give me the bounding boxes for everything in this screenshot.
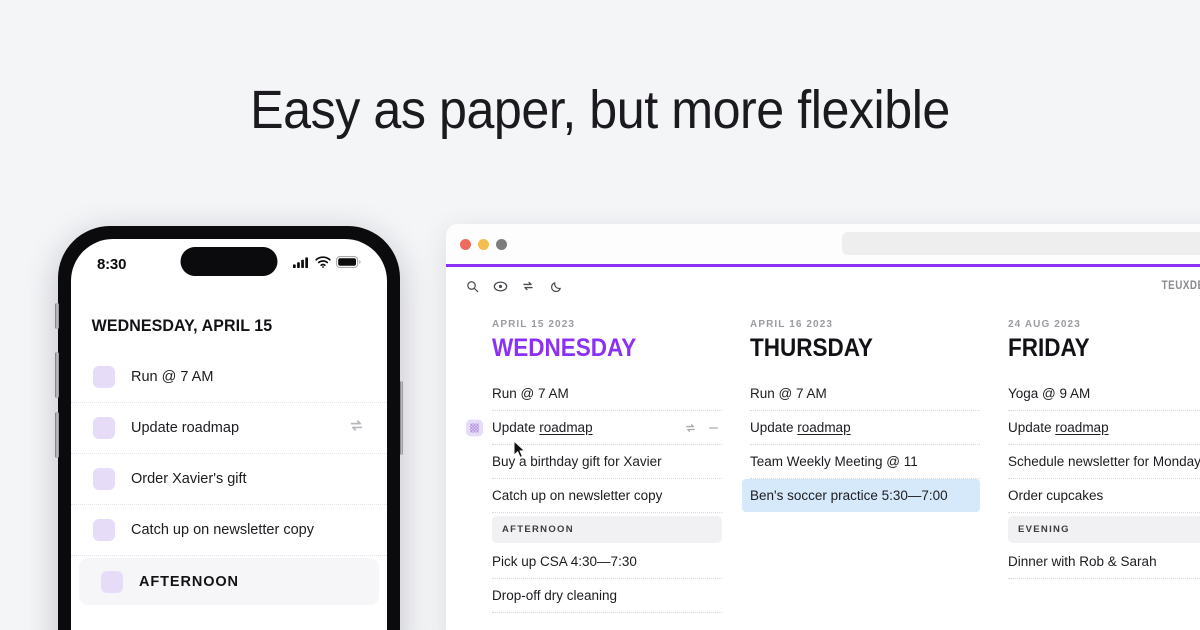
cellular-signal-icon — [293, 255, 310, 273]
section-header[interactable]: AFTERNOON — [492, 516, 722, 543]
phone-status-bar: 8:30 — [71, 239, 387, 289]
section-header[interactable]: EVENING — [1008, 516, 1200, 543]
page-headline: Easy as paper, but more flexible — [250, 80, 950, 140]
todo-label: Ben's soccer practice 5:30—7:00 — [750, 488, 948, 503]
todo-label: Run @ 7 AM — [750, 386, 827, 401]
todo-text: Update — [1008, 420, 1056, 435]
day-columns: APRIL 15 2023 WEDNESDAY Run @ 7 AM Update r… — [446, 305, 1200, 613]
todo-item[interactable]: Update roadmap — [750, 411, 980, 445]
todo-item[interactable]: Run @ 7 AM — [492, 377, 722, 411]
todo-item[interactable]: Schedule newsletter for Monday — [1008, 445, 1200, 479]
phone-day-title: WEDNESDAY, APRIL 15 — [91, 316, 273, 335]
phone-todo-list: Run @ 7 AM Update roadmap Order Xavier's g… — [71, 352, 387, 605]
moon-icon[interactable] — [542, 272, 570, 300]
todo-text: Update — [492, 420, 540, 435]
todo-label: Dinner with Rob & Sarah — [1008, 554, 1157, 569]
todo-label: Buy a birthday gift for Xavier — [492, 454, 662, 469]
checkbox-icon[interactable] — [93, 519, 115, 541]
browser-window: TEUXDEUX® APRIL 15 2023 WEDNESDAY Run @ 7 … — [446, 224, 1200, 630]
todo-item[interactable]: Pick up CSA 4:30—7:30 — [492, 545, 722, 579]
todo-item[interactable]: Ben's soccer practice 5:30—7:00 — [742, 479, 980, 512]
todo-label: Yoga @ 9 AM — [1008, 386, 1091, 401]
checkbox-icon[interactable] — [93, 366, 115, 388]
phone-todo-label: Run @ 7 AM — [131, 369, 214, 385]
todo-link[interactable]: roadmap — [539, 420, 592, 435]
phone-screen: 8:30 WEDNESDAY, APRIL 15 Run @ 7 AM Upda… — [71, 239, 387, 630]
teuxdeux-logo: TEUXDEUX® — [1162, 278, 1200, 292]
wifi-icon — [315, 255, 331, 273]
column-day-name: WEDNESDAY — [492, 334, 637, 362]
app-toolbar: TEUXDEUX® — [446, 267, 1200, 305]
status-clock: 8:30 — [97, 255, 127, 273]
phone-todo-item[interactable]: Update roadmap — [71, 403, 387, 454]
phone-power-button[interactable] — [399, 381, 403, 455]
browser-titlebar — [446, 224, 1200, 264]
column-date: APRIL 16 2023 — [750, 319, 834, 330]
todo-item[interactable]: Buy a birthday gift for Xavier — [492, 445, 722, 479]
checkbox-icon[interactable] — [93, 468, 115, 490]
phone-todo-item[interactable]: Order Xavier's gift — [71, 454, 387, 505]
todo-label: Update roadmap — [492, 419, 593, 436]
todo-item[interactable]: Dinner with Rob & Sarah — [1008, 545, 1200, 579]
dynamic-island — [180, 247, 278, 276]
todo-item[interactable]: Catch up on newsletter copy — [492, 479, 722, 513]
todo-label: Catch up on newsletter copy — [492, 488, 663, 503]
todo-link[interactable]: roadmap — [1055, 420, 1108, 435]
todo-link[interactable]: roadmap — [797, 420, 850, 435]
recurring-icon[interactable] — [514, 272, 542, 300]
phone-todo-label: Order Xavier's gift — [131, 471, 247, 487]
checkbox-icon[interactable] — [93, 417, 115, 439]
phone-todo-label: Catch up on newsletter copy — [131, 522, 314, 538]
column-date: 24 AUG 2023 — [1008, 319, 1081, 330]
drag-handle-icon[interactable] — [466, 419, 483, 436]
day-column-wednesday: APRIL 15 2023 WEDNESDAY Run @ 7 AM Update r… — [446, 319, 736, 613]
minus-icon[interactable] — [705, 419, 722, 436]
brand-name: TEUXDEUX — [1161, 278, 1200, 292]
todo-item[interactable]: Team Weekly Meeting @ 11 — [750, 445, 980, 479]
phone-volume-up-button[interactable] — [55, 352, 59, 398]
column-day-name: FRIDAY — [1008, 334, 1090, 362]
url-input[interactable] — [842, 232, 1200, 255]
phone-section-label: AFTERNOON — [139, 573, 239, 590]
phone-todo-item[interactable]: Run @ 7 AM — [71, 352, 387, 403]
day-column-thursday: APRIL 16 2023 THURSDAY Run @ 7 AM Update ro… — [736, 319, 994, 613]
column-date: APRIL 15 2023 — [492, 319, 576, 330]
todo-label: Team Weekly Meeting @ 11 — [750, 454, 918, 469]
todo-label: Drop-off dry cleaning — [492, 588, 618, 603]
phone-silence-switch[interactable] — [55, 303, 59, 329]
todo-item[interactable]: Order cupcakes — [1008, 479, 1200, 513]
minimize-window-button[interactable] — [478, 238, 489, 250]
todo-item[interactable]: Yoga @ 9 AM — [1008, 377, 1200, 411]
phone-mockup: 8:30 WEDNESDAY, APRIL 15 Run @ 7 AM Upda… — [55, 226, 403, 630]
todo-label: Update roadmap — [1008, 419, 1109, 436]
status-indicators — [293, 255, 361, 273]
recurring-icon[interactable] — [348, 417, 365, 439]
todo-item[interactable]: Update roadmap — [466, 411, 722, 445]
todo-text: Update — [750, 420, 798, 435]
day-column-friday: 24 AUG 2023 FRIDAY Yoga @ 9 AM Update roadm… — [994, 319, 1200, 613]
maximize-window-button[interactable] — [496, 238, 507, 250]
phone-section-header[interactable]: AFTERNOON — [79, 558, 379, 605]
recurring-icon[interactable] — [682, 419, 699, 436]
phone-volume-down-button[interactable] — [55, 412, 59, 458]
todo-label: Order cupcakes — [1008, 488, 1104, 503]
todo-item[interactable]: Run @ 7 AM — [750, 377, 980, 411]
search-icon[interactable] — [458, 272, 486, 300]
window-traffic-lights — [460, 238, 507, 250]
column-day-name: THURSDAY — [750, 334, 873, 362]
todo-item[interactable]: Update roadmap — [1008, 411, 1200, 445]
close-window-button[interactable] — [460, 238, 471, 250]
row-actions — [682, 419, 722, 436]
checkbox-icon[interactable] — [101, 570, 123, 593]
phone-todo-label: Update roadmap — [131, 420, 240, 436]
todo-label: Update roadmap — [750, 419, 851, 436]
todo-label: Pick up CSA 4:30—7:30 — [492, 554, 637, 569]
todo-label: Run @ 7 AM — [492, 386, 569, 401]
phone-todo-item[interactable]: Catch up on newsletter copy — [71, 505, 387, 556]
todo-item[interactable]: Drop-off dry cleaning — [492, 579, 722, 613]
eye-icon[interactable] — [486, 272, 514, 300]
battery-icon — [336, 255, 361, 273]
todo-label: Schedule newsletter for Monday — [1008, 454, 1200, 469]
